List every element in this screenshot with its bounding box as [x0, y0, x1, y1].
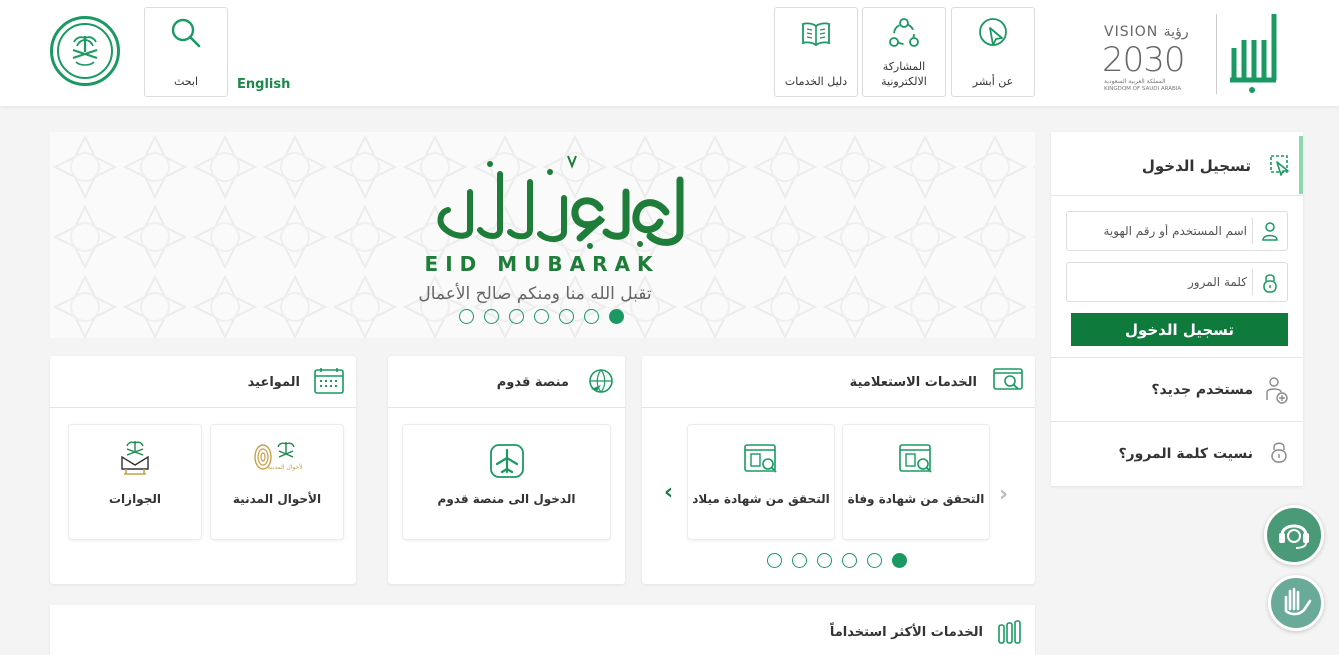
carousel-dot[interactable] [817, 553, 832, 568]
service-tile-passports[interactable]: الجوازات [68, 424, 202, 540]
logo-divider [1216, 14, 1217, 94]
new-user-link[interactable]: مستخدم جديد؟ [1051, 357, 1303, 421]
language-switch-link[interactable]: English [237, 77, 290, 92]
eid-calligraphy [430, 152, 690, 256]
search-button[interactable]: ابحث [144, 7, 228, 97]
book-icon [800, 20, 832, 52]
certificate-search-icon [898, 443, 934, 481]
tile-label: الجوازات [109, 492, 161, 506]
carousel-dot[interactable] [559, 309, 574, 324]
certificate-search-icon [743, 443, 779, 481]
new-user-label: مستخدم جديد؟ [1151, 382, 1253, 398]
vision-year: 2030 [1102, 40, 1186, 80]
lock-icon [1261, 272, 1279, 298]
user-icon [1261, 221, 1279, 245]
carousel-next-arrow[interactable]: ‹ [664, 480, 673, 505]
nav-services-guide[interactable]: دليل الخدمات [774, 7, 858, 97]
carousel-dot[interactable] [509, 309, 524, 324]
login-submit-button[interactable]: تسجيل الدخول [1071, 313, 1288, 346]
most-used-services-section: الخدمات الأكثر استخداماً [50, 605, 1035, 655]
carousel-dot-active[interactable] [609, 309, 624, 324]
calendar-icon [314, 367, 344, 399]
vision-brand: VISION رؤية [1104, 24, 1189, 40]
carousel-dot[interactable] [534, 309, 549, 324]
brand-logos[interactable]: VISION رؤية 2030 المملكة العربية السعودي… [1100, 10, 1290, 98]
vision-sub-ar: المملكة العربية السعودية [1104, 78, 1166, 85]
nav-e-participation[interactable]: المشاركة الالكترونية [862, 7, 946, 97]
hero-banner[interactable]: EID MUBARAK تقبل الله منا ومنكم صالح الأ… [50, 132, 1035, 338]
field-separator [1252, 269, 1253, 295]
inquiry-services-card: الخدمات الاستعلامية › التحقق من شهادة وف… [642, 356, 1035, 584]
section-title: الخدمات الأكثر استخداماً [829, 625, 983, 640]
search-label: ابحث [173, 75, 199, 88]
carousel-dot[interactable] [484, 309, 499, 324]
tile-label: الأحوال المدنية [232, 492, 322, 506]
civil-affairs-logo-text: الأحوال المدنية [268, 463, 302, 471]
carousel-dot[interactable] [867, 553, 882, 568]
ministry-emblem-logo[interactable] [50, 16, 120, 86]
card-header: المواعيد [50, 356, 356, 408]
civil-affairs-logo: الأحوال المدنية [252, 439, 305, 481]
add-user-icon [1265, 376, 1289, 410]
bar-chart-icon [997, 619, 1023, 649]
username-input[interactable] [1071, 216, 1247, 246]
banner-carousel-dots [459, 309, 624, 324]
card-title: المواعيد [247, 375, 300, 390]
login-title: تسجيل الدخول [1141, 157, 1251, 175]
service-tile-death-certificate[interactable]: التحقق من شهادة وفاة [842, 424, 990, 540]
absher-logo [1222, 10, 1280, 100]
inquiry-carousel-dots [767, 553, 907, 568]
sign-language-button[interactable] [1268, 575, 1324, 631]
appointments-card: المواعيد الأحوال المدنية الأحوال المدنية [50, 356, 356, 584]
qudoom-platform-card: منصة قدوم الدخول الى منصة قدوم [388, 356, 625, 584]
vision-sub-en: KINGDOM OF SAUDI ARABIA [1104, 86, 1182, 92]
headset-icon [1274, 513, 1314, 557]
network-icon [886, 16, 922, 56]
nav-e-participation-label: المشاركة الالكترونية [881, 60, 927, 88]
tile-label: التحقق من شهادة ميلاد [692, 492, 830, 506]
nav-services-guide-label: دليل الخدمات [784, 75, 848, 88]
sign-language-hands-icon [1278, 583, 1314, 623]
eid-subtitle: تقبل الله منا ومنكم صالح الأعمال [418, 284, 652, 304]
forgot-password-link[interactable]: نسيت كلمة المرور؟ [1051, 421, 1303, 485]
card-header: منصة قدوم [388, 356, 625, 408]
password-field[interactable] [1066, 262, 1288, 302]
airplane-icon [489, 443, 525, 483]
carousel-dot[interactable] [792, 553, 807, 568]
login-accent-bar [1299, 136, 1303, 194]
carousel-dot[interactable] [584, 309, 599, 324]
service-tile-civil-affairs[interactable]: الأحوال المدنية الأحوال المدنية [210, 424, 344, 540]
passports-emblem-icon [118, 439, 152, 481]
tile-label: الدخول الى منصة قدوم [437, 492, 576, 506]
service-tile-qudoom-login[interactable]: الدخول الى منصة قدوم [402, 424, 611, 540]
carousel-dot[interactable] [459, 309, 474, 324]
card-title: الخدمات الاستعلامية [849, 375, 977, 390]
nav-about-absher[interactable]: عن أبشر [951, 7, 1035, 97]
tile-label: التحقق من شهادة وفاة [847, 492, 985, 506]
site-header: ابحث English دليل الخدمات المشاركة الالك… [0, 0, 1339, 106]
password-input[interactable] [1071, 267, 1247, 297]
support-chat-button[interactable] [1264, 505, 1324, 565]
username-field[interactable] [1066, 211, 1288, 251]
search-document-icon [993, 367, 1023, 397]
globe-plane-icon [587, 367, 615, 399]
login-cursor-icon [1269, 154, 1291, 180]
field-separator [1252, 218, 1253, 244]
search-icon [169, 16, 203, 54]
carousel-dot[interactable] [767, 553, 782, 568]
palm-swords-icon [72, 36, 98, 66]
login-header: تسجيل الدخول [1051, 132, 1303, 196]
service-tile-birth-certificate[interactable]: التحقق من شهادة ميلاد [687, 424, 835, 540]
forgot-password-label: نسيت كلمة المرور؟ [1118, 446, 1253, 462]
card-title: منصة قدوم [496, 375, 569, 390]
cursor-icon [975, 16, 1011, 56]
eid-title-en: EID MUBARAK [424, 252, 660, 276]
carousel-dot-active[interactable] [892, 553, 907, 568]
lock-question-icon [1269, 440, 1289, 468]
nav-about-absher-label: عن أبشر [972, 75, 1014, 88]
carousel-dot[interactable] [842, 553, 857, 568]
card-header: الخدمات الاستعلامية [642, 356, 1035, 408]
login-panel: تسجيل الدخول تسجيل الدخول مستخدم جديد؟ ن… [1051, 132, 1303, 486]
carousel-prev-arrow[interactable]: › [999, 482, 1008, 507]
